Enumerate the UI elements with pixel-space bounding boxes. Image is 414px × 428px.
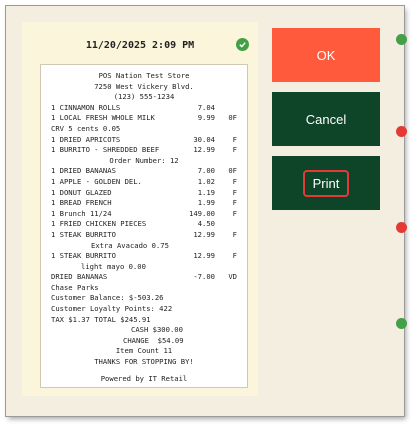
line-price: 9.99 [197,113,215,123]
receipt-line: 1 LOCAL FRESH WHOLE MILK 9.99 0F [51,113,237,124]
check-circle-icon [236,38,249,51]
line-price: 1.02 [197,176,215,186]
line-desc: 1 CINNAMON ROLLS [51,102,121,112]
loyalty-points: Customer Loyalty Points: 422 [51,304,173,314]
line-flag: 0F [228,166,237,176]
line-desc: 1 APPLE - GOLDEN DEL. [51,176,142,186]
line-price: 12.99 [193,229,215,239]
item-count: Item Count 11 [115,346,173,356]
line-price: 12.99 [193,145,215,155]
thanks-message: THANKS FOR STOPPING BY! [94,357,194,367]
line-price: 4.50 [197,219,215,229]
receipt-line: 1 BURRITO - SHREDDED BEEF 12.99 F [51,145,237,156]
line-desc: 1 STEAK BURRITO [51,251,116,261]
change-line: CHANGE $54.09 [123,335,184,345]
line-flag: F [232,187,237,197]
line-price: 1.99 [197,198,215,208]
modifier-line: light mayo 0.00 [81,261,146,271]
receipt-line: 1 Brunch 11/24 149.00 F [51,209,237,220]
line-flag: F [232,145,237,155]
line-flag: F [232,251,237,261]
tax-total: TAX $1.37 TOTAL $245.91 [51,314,151,324]
line-desc: 1 DONUT GLAZED [51,187,112,197]
print-button[interactable]: Print [272,156,380,210]
line-price: 1.19 [197,187,215,197]
line-flag: 0F [228,113,237,123]
line-desc: 1 DRIED APRICOTS [51,134,121,144]
line-flag: F [232,134,237,144]
line-desc: 1 BREAD FRENCH [51,198,112,208]
receipt-line: 1 FRIED CHICKEN PIECES 4.50 [51,219,237,230]
void-line: DRIED BANANAS -7.00 VD [51,272,237,283]
line-desc: 1 FRIED CHICKEN PIECES [51,219,147,229]
line-price: 7.04 [197,102,215,112]
close-circle-icon [396,222,407,233]
customer-balance: Customer Balance: $-503.26 [51,293,164,303]
line-desc: 1 LOCAL FRESH WHOLE MILK [51,113,155,123]
line-desc: 1 DRIED BANANAS [51,166,116,176]
line-desc: 1 Brunch 11/24 [51,208,112,218]
line-flag: VD [228,272,237,282]
line-price: 30.04 [193,134,215,144]
line-desc: 1 BURRITO - SHREDDED BEEF [51,145,160,155]
line-flag: F [232,198,237,208]
line-flag: F [232,176,237,186]
order-number: Order Number: 12 [109,155,179,165]
store-name: POS Nation Test Store [98,71,190,80]
receipt-line: 1 STEAK BURRITO 12.99 F [51,251,237,262]
receipt-datetime: 11/20/2025 2:09 PM [85,40,195,51]
check-circle-icon [396,34,407,45]
customer-name: Chase Parks [51,282,99,292]
receipt-line: 1 STEAK BURRITO 12.99 F [51,230,237,241]
modifier-line: Extra Avacado 0.75 [91,240,169,250]
line-flag [215,219,237,230]
line-flag [215,124,237,135]
cancel-button-label: Cancel [305,111,347,127]
line-flag: F [232,229,237,239]
store-phone: (123) 555-1234 [113,92,175,102]
line-desc: CRV 5 cents 0.05 [51,123,121,133]
line-flag: F [232,208,237,218]
ok-button-label: OK [316,47,336,63]
receipt-line: CRV 5 cents 0.05 [51,124,237,135]
check-circle-icon [396,318,407,329]
receipt-line: 1 BREAD FRENCH 1.99 F [51,198,237,209]
cancel-button[interactable]: Cancel [272,92,380,146]
receipt-line: 1 DRIED BANANAS 7.00 0F [51,166,237,177]
close-circle-icon [396,126,407,137]
line-price: -7.00 [193,272,215,282]
receipt-line: 1 APPLE - GOLDEN DEL. 1.02 F [51,177,237,188]
receipt-line: 1 DONUT GLAZED 1.19 F [51,188,237,199]
ok-button[interactable]: OK [272,28,380,82]
store-address: 7250 West Vickery Blvd. [94,81,194,91]
cash-line: CASH $300.00 [131,325,183,335]
line-price: 149.00 [189,208,215,218]
print-button-label: Print [302,169,350,197]
powered-by: Powered by IT Retail [100,373,188,383]
line-desc: 1 STEAK BURRITO [51,229,116,239]
receipt-line: 1 CINNAMON ROLLS 7.04 [51,103,237,114]
line-price: 7.00 [197,166,215,176]
line-desc: DRIED BANANAS [51,272,108,282]
line-price: 12.99 [193,251,215,261]
receipt-preview: POS Nation Test Store 7250 West Vickery … [40,64,248,388]
line-flag [215,103,237,114]
receipt-line: 1 DRIED APRICOTS 30.04 F [51,135,237,146]
line-price [175,124,215,135]
